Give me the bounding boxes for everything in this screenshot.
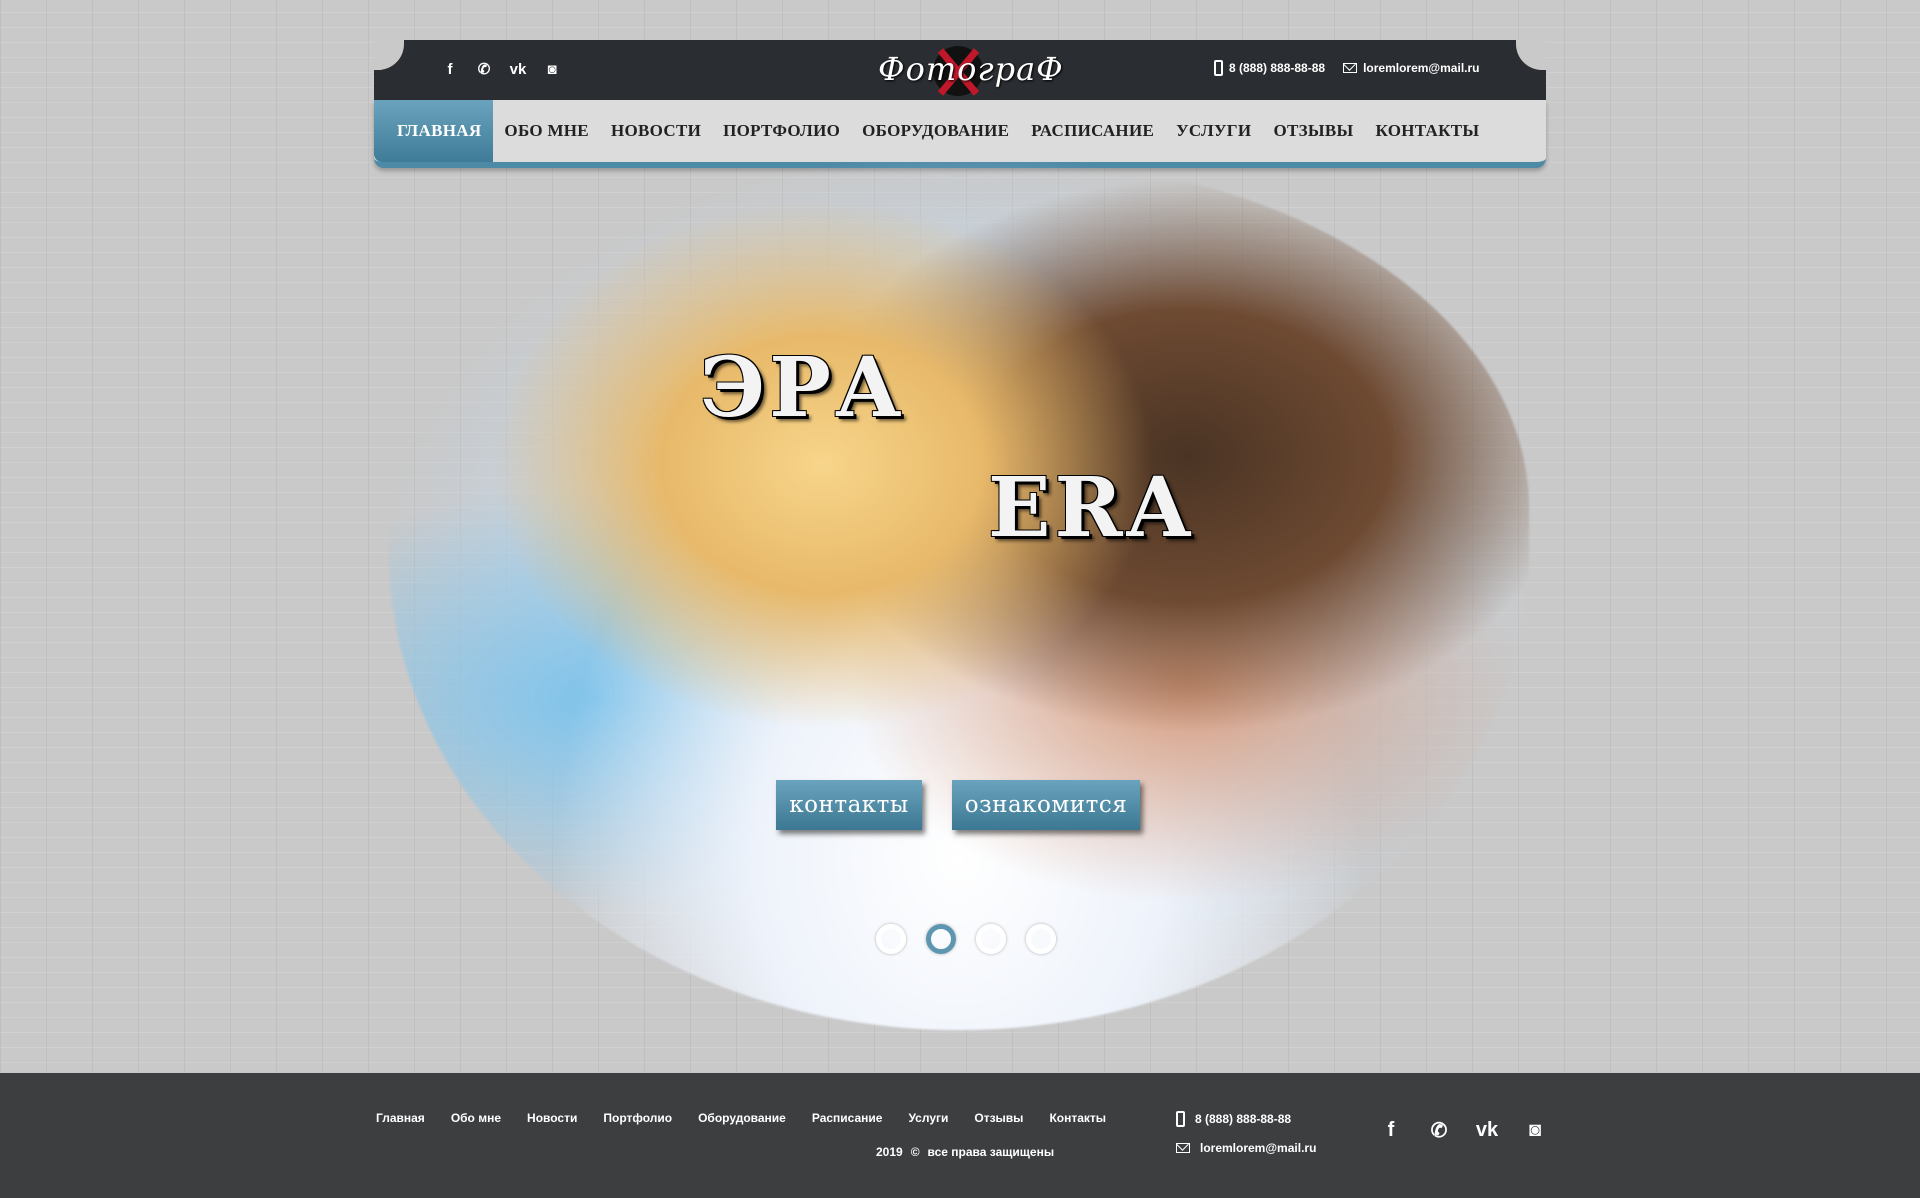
hero-title-ru: ЭРА — [700, 340, 906, 436]
facebook-icon[interactable]: f — [1378, 1117, 1404, 1143]
logo-text: ФотограФ — [878, 50, 1064, 88]
footer-contacts: 8 (888) 888-88-88 loremlorem@mail.ru — [1176, 1111, 1316, 1169]
site-footer: Главная Обо мне Новости Портфолио Оборуд… — [0, 1073, 1920, 1198]
vk-icon[interactable]: vk — [508, 58, 528, 80]
facebook-icon[interactable]: f — [440, 58, 460, 80]
footer-link-equipment[interactable]: Оборудование — [698, 1111, 786, 1125]
footer-link-about[interactable]: Обо мне — [451, 1111, 501, 1125]
phone-icon — [1214, 60, 1223, 76]
header-topbar: f ✆ vk ◙ ФотограФ 8 (888) 888-88-88 lore… — [374, 40, 1546, 100]
contacts-button[interactable]: контакты — [776, 780, 922, 830]
footer-nav: Главная Обо мне Новости Портфолио Оборуд… — [376, 1111, 1106, 1125]
nav-item-about[interactable]: ОБО МНЕ — [493, 100, 600, 162]
topbar-corner-left — [374, 40, 404, 70]
footer-link-portfolio[interactable]: Портфолио — [603, 1111, 672, 1125]
footer-link-contacts[interactable]: Контакты — [1049, 1111, 1106, 1125]
slide-dot-3[interactable] — [976, 924, 1006, 954]
vk-icon[interactable]: vk — [1474, 1117, 1500, 1143]
footer-social-links: f ✆ vk ◙ — [1378, 1117, 1548, 1143]
nav-item-portfolio[interactable]: ПОРТФОЛИО — [712, 100, 851, 162]
footer-link-news[interactable]: Новости — [527, 1111, 577, 1125]
copyright: 2019 © все права защищены — [876, 1145, 1054, 1159]
nav-item-schedule[interactable]: РАСПИСАНИЕ — [1020, 100, 1165, 162]
slide-dot-1[interactable] — [876, 924, 906, 954]
copyright-symbol: © — [910, 1145, 920, 1159]
whatsapp-icon[interactable]: ✆ — [474, 58, 494, 80]
copyright-year: 2019 — [876, 1145, 903, 1159]
slide-dot-4[interactable] — [1026, 924, 1056, 954]
header-social-links: f ✆ vk ◙ — [440, 58, 562, 80]
slider-pagination — [876, 924, 1056, 954]
nav-item-services[interactable]: УСЛУГИ — [1165, 100, 1262, 162]
header-email[interactable]: loremlorem@mail.ru — [1343, 60, 1479, 76]
footer-link-services[interactable]: Услуги — [908, 1111, 948, 1125]
site-header: f ✆ vk ◙ ФотограФ 8 (888) 888-88-88 lore… — [374, 40, 1546, 170]
footer-link-schedule[interactable]: Расписание — [812, 1111, 883, 1125]
site-logo[interactable]: ФотограФ — [878, 44, 1064, 98]
slide-dot-2[interactable] — [926, 924, 956, 954]
hero-photo — [389, 160, 1529, 1030]
hero-slider: ЭРА ERA контакты ознакомится — [374, 160, 1546, 1038]
mail-icon — [1343, 63, 1358, 73]
footer-email-text: loremlorem@mail.ru — [1200, 1141, 1317, 1155]
nav-item-news[interactable]: НОВОСТИ — [600, 100, 712, 162]
header-phone-text: 8 (888) 888-88-88 — [1229, 61, 1326, 75]
nav-item-equipment[interactable]: ОБОРУДОВАНИЕ — [851, 100, 1020, 162]
instagram-icon[interactable]: ◙ — [1522, 1117, 1548, 1143]
footer-email[interactable]: loremlorem@mail.ru — [1176, 1141, 1316, 1155]
footer-phone[interactable]: 8 (888) 888-88-88 — [1176, 1111, 1316, 1127]
copyright-text: все права защищены — [927, 1145, 1055, 1159]
footer-link-home[interactable]: Главная — [376, 1111, 425, 1125]
hero-title-en: ERA — [988, 460, 1195, 556]
whatsapp-icon[interactable]: ✆ — [1426, 1117, 1452, 1143]
main-nav: ГЛАВНАЯ ОБО МНЕ НОВОСТИ ПОРТФОЛИО ОБОРУД… — [374, 100, 1546, 168]
topbar-corner-right — [1516, 40, 1546, 70]
nav-item-reviews[interactable]: ОТЗЫВЫ — [1262, 100, 1364, 162]
instagram-icon[interactable]: ◙ — [542, 58, 562, 80]
header-phone[interactable]: 8 (888) 888-88-88 — [1214, 60, 1325, 76]
learn-more-button[interactable]: ознакомится — [952, 780, 1140, 830]
mail-icon — [1176, 1143, 1190, 1153]
footer-phone-text: 8 (888) 888-88-88 — [1195, 1112, 1292, 1126]
footer-link-reviews[interactable]: Отзывы — [974, 1111, 1023, 1125]
header-email-text: loremlorem@mail.ru — [1363, 61, 1480, 75]
nav-item-home[interactable]: ГЛАВНАЯ — [374, 100, 494, 162]
nav-item-contacts[interactable]: КОНТАКТЫ — [1365, 100, 1491, 162]
phone-icon — [1176, 1111, 1185, 1127]
header-contacts: 8 (888) 888-88-88 loremlorem@mail.ru — [1214, 60, 1479, 76]
